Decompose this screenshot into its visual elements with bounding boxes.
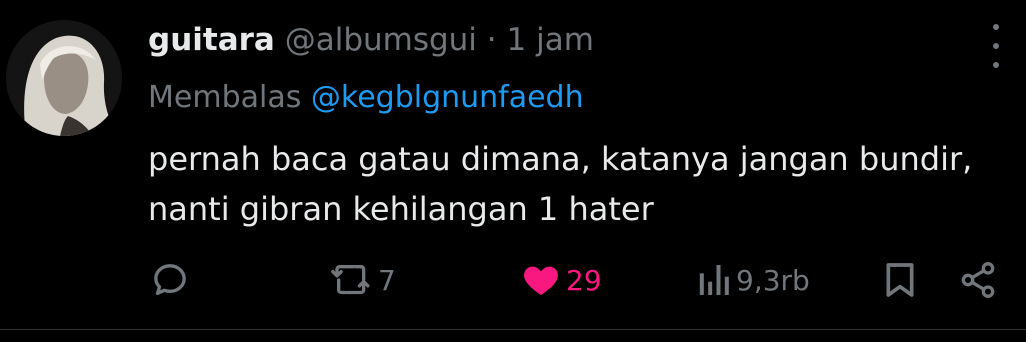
retweet-icon: [331, 265, 370, 295]
author-handle[interactable]: @albumsgui: [285, 22, 477, 58]
action-bar: 7 29 9,3rb: [0, 252, 1026, 308]
author-name[interactable]: guitara: [148, 22, 275, 58]
reply-button[interactable]: [150, 252, 194, 308]
like-button[interactable]: 29: [520, 252, 602, 308]
retweet-button[interactable]: 7: [330, 252, 396, 308]
reply-mention-link[interactable]: @kegblgnunfaedh: [311, 80, 584, 115]
views-count: 9,3rb: [736, 263, 810, 297]
bookmark-icon: [886, 263, 914, 297]
tweet-text-line: pernah baca gatau dimana, katanya jangan…: [148, 140, 973, 178]
separator-dot: ·: [486, 22, 497, 58]
avatar[interactable]: [6, 20, 122, 136]
avatar-image: [6, 20, 122, 136]
timestamp[interactable]: 1 jam: [507, 22, 594, 58]
tweet: guitara @albumsgui · 1 jam Membalas @keg…: [0, 0, 1026, 330]
share-icon: [961, 262, 995, 299]
tweet-text: pernah baca gatau dimana, katanya jangan…: [148, 134, 1018, 234]
more-dot: [993, 24, 999, 30]
divider: [0, 329, 1026, 330]
share-button[interactable]: [956, 252, 1000, 308]
views-icon: [699, 265, 729, 295]
tweet-text-line: nanti gibran kehilangan 1 hater: [148, 190, 654, 228]
views-button[interactable]: 9,3rb: [696, 252, 810, 308]
tweet-header: guitara @albumsgui · 1 jam: [148, 22, 594, 58]
bookmark-button[interactable]: [880, 252, 920, 308]
more-icon[interactable]: [982, 24, 1010, 68]
more-dot: [993, 62, 999, 68]
heart-icon: [524, 266, 558, 295]
reply-icon: [154, 264, 186, 295]
reply-prefix: Membalas: [148, 80, 302, 115]
reply-context: Membalas @kegblgnunfaedh: [148, 80, 584, 115]
like-count: 29: [566, 263, 602, 297]
retweet-count: 7: [378, 263, 396, 297]
more-dot: [993, 43, 999, 49]
